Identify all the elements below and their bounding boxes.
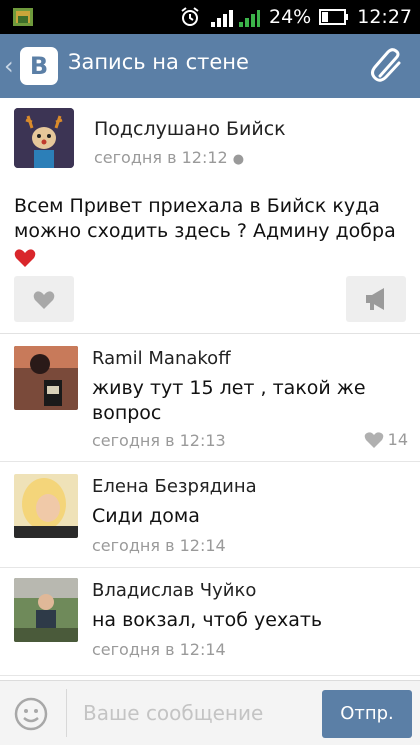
comment-time: сегодня в 12:13 bbox=[92, 431, 226, 450]
message-input[interactable] bbox=[66, 689, 310, 737]
send-button[interactable]: Отпр. bbox=[322, 690, 412, 738]
share-button[interactable] bbox=[346, 276, 406, 322]
message-input-bar: Отпр. bbox=[0, 680, 420, 745]
commenter-name[interactable]: Елена Безрядина bbox=[92, 476, 257, 497]
comment-text: на вокзал, чтоб уехать bbox=[92, 609, 323, 631]
comment-time: сегодня в 12:14 bbox=[92, 640, 226, 659]
avatar-photo-icon bbox=[14, 346, 78, 410]
paperclip-icon[interactable] bbox=[368, 46, 408, 86]
smiley-icon[interactable] bbox=[14, 697, 48, 731]
gallery-notification-icon bbox=[13, 8, 33, 26]
vk-logo[interactable]: В bbox=[20, 47, 58, 85]
comment-text: живу тут 15 лет , такой же вопрос bbox=[92, 377, 366, 424]
likes-count: 14 bbox=[387, 430, 408, 449]
status-icons: 24% 12:27 bbox=[179, 4, 412, 30]
post-text: Всем Привет приехала в Бийск куда можно … bbox=[14, 195, 396, 242]
comment-item: Ramil Manakoff живу тут 15 лет , такой ж… bbox=[0, 334, 420, 462]
wall-post: Подслушано Бийск сегодня в 12:12 ● Всем … bbox=[0, 98, 420, 334]
group-avatar[interactable] bbox=[14, 108, 74, 168]
like-button[interactable] bbox=[14, 276, 74, 322]
deer-avatar-icon bbox=[14, 108, 74, 168]
post-author[interactable]: Подслушано Бийск bbox=[94, 118, 286, 140]
comment-time: сегодня в 12:14 bbox=[92, 536, 226, 555]
battery-icon bbox=[319, 9, 349, 25]
avatar-photo-icon bbox=[14, 474, 78, 538]
app-bar: ‹ В Запись на стене bbox=[0, 34, 420, 98]
avatar-photo-icon bbox=[14, 578, 78, 642]
red-heart-emoji-icon bbox=[14, 249, 36, 267]
clock: 12:27 bbox=[357, 6, 412, 28]
back-chevron-icon[interactable]: ‹ bbox=[4, 52, 14, 80]
battery-percent: 24% bbox=[269, 6, 312, 28]
comments-list: Ramil Manakoff живу тут 15 лет , такой ж… bbox=[0, 334, 420, 680]
megaphone-icon bbox=[366, 288, 384, 310]
heart-icon bbox=[364, 431, 383, 448]
status-bar: 24% 12:27 bbox=[0, 0, 420, 34]
commenter-name[interactable]: Владислав Чуйко bbox=[92, 580, 256, 601]
comment-likes[interactable]: 14 bbox=[364, 430, 408, 449]
page-title: Запись на стене bbox=[68, 50, 249, 74]
commenter-avatar[interactable] bbox=[14, 578, 78, 642]
apple-icon: ● bbox=[232, 152, 245, 167]
comment-text: Сиди дома bbox=[92, 505, 200, 527]
commenter-name[interactable]: Ramil Manakoff bbox=[92, 348, 231, 369]
signal-icon bbox=[211, 10, 260, 27]
comment-item: Владислав Чуйко на вокзал, чтоб уехать с… bbox=[0, 568, 420, 676]
commenter-avatar[interactable] bbox=[14, 474, 78, 538]
alarm-icon bbox=[181, 7, 199, 26]
heart-icon bbox=[33, 291, 55, 309]
comment-item: Елена Безрядина Сиди дома сегодня в 12:1… bbox=[0, 462, 420, 568]
post-time-text: сегодня в 12:12 bbox=[94, 148, 228, 167]
post-time: сегодня в 12:12 ● bbox=[94, 148, 244, 167]
commenter-avatar[interactable] bbox=[14, 346, 78, 410]
